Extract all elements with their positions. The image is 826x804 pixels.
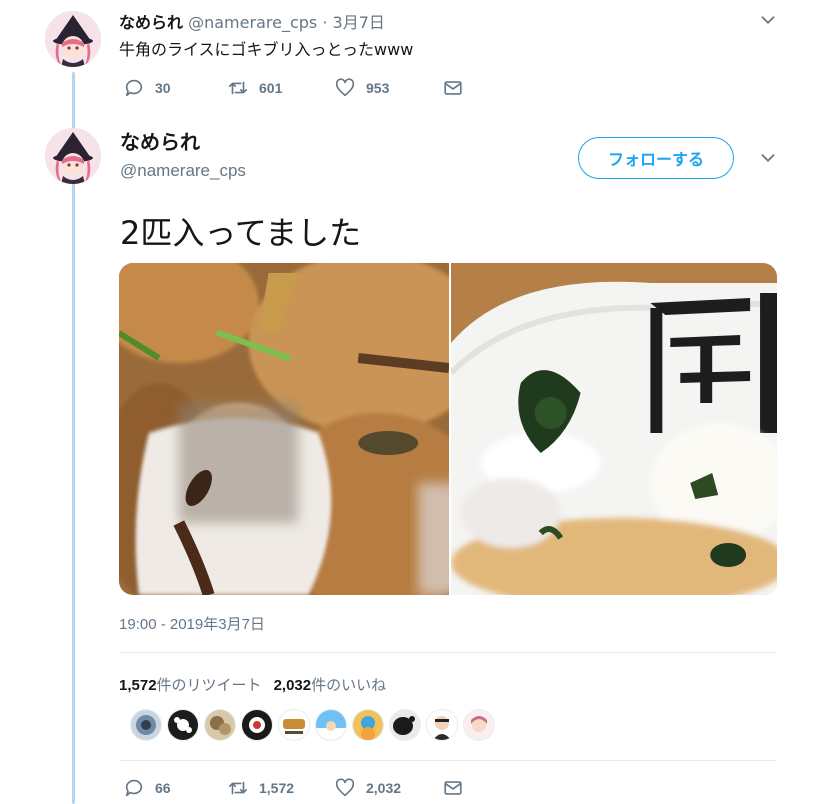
reply-button[interactable]: 30 — [123, 77, 227, 99]
liker-avatar[interactable] — [316, 710, 346, 740]
like-stat-label: 件のいいね — [311, 676, 387, 694]
tweet-actions: 30 601 953 — [123, 77, 464, 99]
liker-avatar[interactable] — [353, 710, 383, 740]
like-button[interactable]: 953 — [334, 77, 442, 99]
avatar[interactable] — [45, 128, 101, 184]
photo-rice-bowl[interactable] — [449, 263, 777, 595]
tweet-text: 牛角のライスにゴキブリ入っとったwww — [119, 40, 414, 59]
liker-avatar[interactable] — [464, 710, 494, 740]
retweet-icon — [228, 81, 248, 95]
retweet-count: 601 — [259, 80, 283, 96]
retweet-button[interactable]: 1,572 — [227, 777, 334, 799]
like-stat-count: 2,032 — [273, 677, 312, 694]
liker-avatar[interactable] — [427, 710, 457, 740]
tweet-date[interactable]: 3月7日 — [333, 13, 385, 32]
tweet-actions: 66 1,572 2,032 — [123, 777, 464, 799]
liker-avatar[interactable] — [242, 710, 272, 740]
tweet-stats: 1,572件のリツイート 2,032件のいいね — [119, 674, 386, 695]
like-button[interactable]: 2,032 — [334, 777, 442, 799]
avatar-image — [45, 11, 101, 67]
reply-button[interactable]: 66 — [123, 777, 227, 799]
retweet-button[interactable]: 601 — [227, 77, 334, 99]
envelope-icon — [444, 81, 462, 95]
separator: · — [322, 13, 328, 32]
retweet-stat-label: 件のリツイート — [156, 676, 262, 694]
like-stat[interactable]: 2,032件のいいね — [274, 676, 387, 694]
handle[interactable]: @namerare_cps — [120, 161, 246, 181]
retweet-stat-count: 1,572 — [119, 677, 157, 694]
photo-fried-rice[interactable] — [119, 263, 449, 595]
display-name[interactable]: なめられ — [119, 13, 183, 32]
reply-header: なめられ @namerare_cps · 3月7日 — [119, 9, 385, 33]
divider — [119, 760, 777, 761]
liker-avatar[interactable] — [168, 710, 198, 740]
tweet-timestamp[interactable]: 19:00 - 2019年3月7日 — [119, 613, 265, 634]
retweet-stat[interactable]: 1,572件のリツイート — [119, 676, 262, 694]
tweet-media[interactable] — [119, 263, 777, 595]
liker-avatar[interactable] — [131, 710, 161, 740]
tweet-text: 2匹入ってました — [120, 214, 362, 252]
follow-button[interactable]: フォローする — [578, 137, 734, 179]
handle[interactable]: @namerare_cps — [188, 13, 317, 32]
avatar[interactable] — [45, 11, 101, 67]
liker-avatar[interactable] — [390, 710, 420, 740]
envelope-icon — [444, 781, 462, 795]
like-count: 2,032 — [366, 780, 402, 796]
heart-icon — [335, 78, 355, 97]
direct-message-button[interactable] — [442, 777, 464, 799]
chevron-down-icon[interactable] — [757, 9, 779, 31]
display-name[interactable]: なめられ — [120, 126, 200, 155]
avatar-image — [45, 128, 101, 184]
reply-count: 30 — [155, 80, 171, 96]
reply-count: 66 — [155, 780, 171, 796]
reply-icon — [125, 779, 143, 797]
liker-avatar[interactable] — [279, 710, 309, 740]
retweet-icon — [228, 781, 248, 795]
like-count: 953 — [366, 80, 390, 96]
chevron-down-icon[interactable] — [757, 147, 779, 169]
liker-avatars — [131, 710, 501, 740]
heart-icon — [335, 778, 355, 797]
liker-avatar[interactable] — [205, 710, 235, 740]
direct-message-button[interactable] — [442, 77, 464, 99]
reply-icon — [125, 79, 143, 97]
retweet-count: 1,572 — [259, 780, 295, 796]
divider — [119, 652, 777, 653]
